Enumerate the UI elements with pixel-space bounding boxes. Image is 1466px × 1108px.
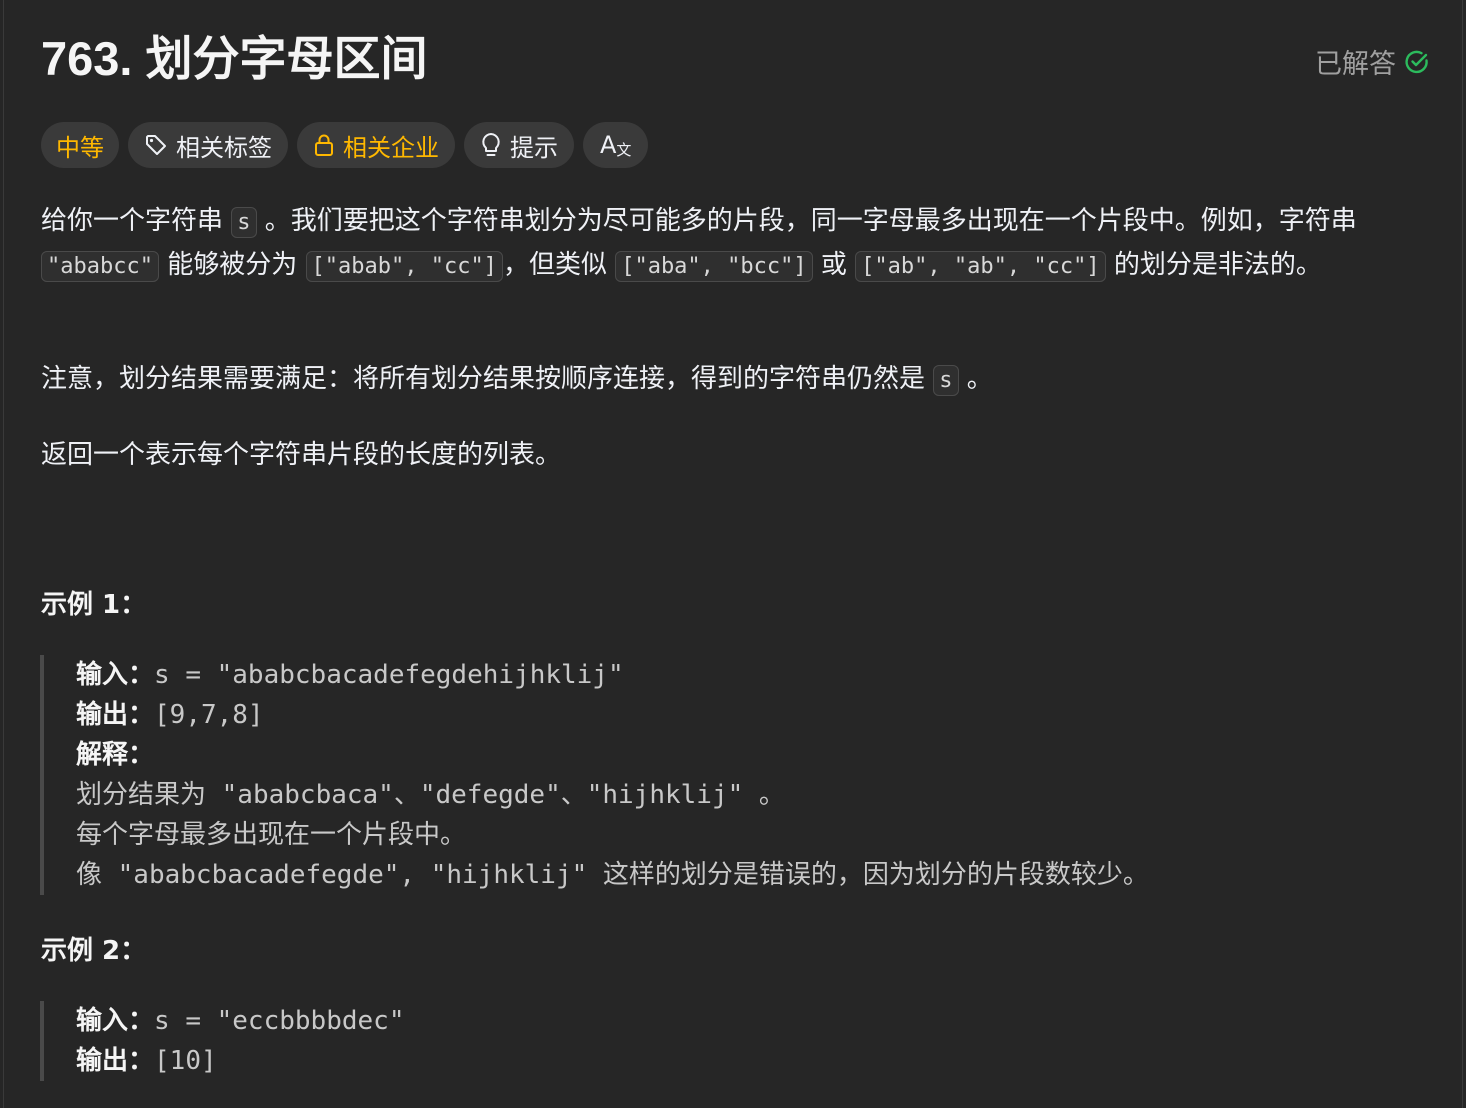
inline-code: s — [231, 207, 257, 238]
note-paragraph: 注意，划分结果需要满足：将所有划分结果按顺序连接，得到的字符串仍然是 s 。 — [41, 364, 993, 396]
problem-header: 763. 划分字母区间 已解答 — [41, 28, 1430, 90]
topics-tag-button[interactable]: 相关标签 — [128, 122, 288, 168]
lock-icon — [313, 133, 335, 157]
translate-icon: A文 — [600, 131, 632, 159]
inline-code: ["aba", "bcc"] — [615, 251, 813, 282]
example-1-input: 输入：s = "ababcbacadefegdehijhklij" — [76, 660, 624, 690]
hints-tag-button[interactable]: 提示 — [464, 122, 574, 168]
check-circle-icon — [1404, 49, 1430, 75]
inline-code: s — [933, 365, 959, 396]
example-1-output: 输出：[9,7,8] — [76, 700, 264, 730]
inline-code: ["abab", "cc"] — [305, 251, 503, 282]
solved-status: 已解答 — [1315, 42, 1430, 81]
companies-tag-button[interactable]: 相关企业 — [297, 122, 455, 168]
problem-description: 给你一个字符串 s 。我们要把这个字符串划分为尽可能多的片段，同一字母最多出现在… — [41, 200, 1436, 288]
tag-icon — [144, 133, 168, 157]
return-paragraph: 返回一个表示每个字符串片段的长度的列表。 — [41, 440, 562, 470]
lightbulb-icon — [480, 132, 502, 158]
example-1-title: 示例 1： — [41, 590, 147, 620]
example-2-block: 输入：s = "eccbbbbdec" 输出：[10] — [40, 1001, 404, 1081]
example-2-title: 示例 2： — [41, 936, 147, 966]
example-1-block: 输入：s = "ababcbacadefegdehijhklij" 输出：[9,… — [40, 655, 1149, 895]
inline-code: ["ab", "ab", "cc"] — [855, 251, 1106, 282]
example-1-explain-line: 像 "ababcbacadefegde", "hijhklij" 这样的划分是错… — [76, 860, 1149, 890]
example-1-explain-line: 每个字母最多出现在一个片段中。 — [76, 820, 467, 850]
description-paragraph: 给你一个字符串 s 。我们要把这个字符串划分为尽可能多的片段，同一字母最多出现在… — [41, 206, 1357, 282]
translate-button[interactable]: A文 — [583, 122, 649, 168]
example-2-output: 输出：[10] — [76, 1046, 217, 1076]
problem-title: 763. 划分字母区间 — [41, 32, 428, 85]
inline-code: "ababcc" — [41, 251, 159, 282]
tag-bar: 中等 相关标签 相关企业 提示 A 文 — [41, 122, 649, 168]
problem-panel: 763. 划分字母区间 已解答 中等 相关标签 相关企业 提示 A 文 给你一个… — [3, 0, 1463, 1108]
difficulty-label: 中等 — [56, 133, 104, 162]
companies-tag-label: 相关企业 — [343, 133, 439, 162]
example-2-input: 输入：s = "eccbbbbdec" — [76, 1006, 405, 1036]
topics-tag-label: 相关标签 — [176, 133, 272, 162]
example-1-explain-label: 解释： — [76, 740, 155, 770]
hints-tag-label: 提示 — [510, 133, 558, 162]
difficulty-badge: 中等 — [41, 122, 119, 168]
solved-label: 已解答 — [1315, 49, 1396, 80]
example-1-explain-line: 划分结果为 "ababcbaca"、"defegde"、"hijhklij" 。 — [76, 780, 785, 810]
